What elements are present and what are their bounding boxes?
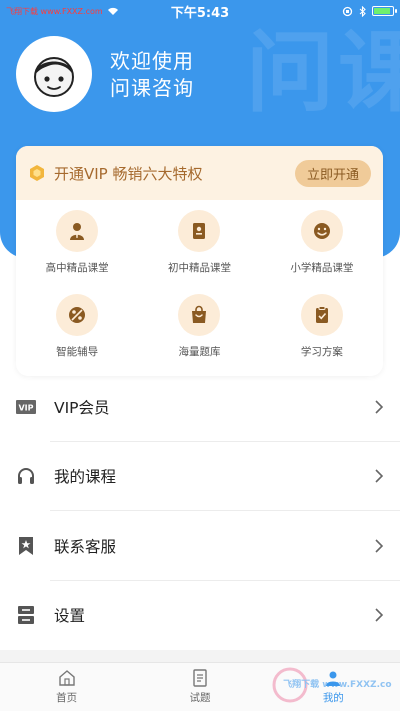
grid-label: 学习方案 [300, 346, 343, 358]
menu-label: VIP会员 [54, 398, 110, 417]
menu-label: 我的课程 [54, 468, 117, 487]
menu-item-settings[interactable]: 设置 [0, 581, 400, 651]
book-icon [178, 210, 221, 252]
grid-item-study-plan[interactable]: 学习方案 [261, 294, 383, 376]
tab-label: 我的 [322, 692, 344, 704]
features-card: 开通VIP 畅销六大特权 立即开通 高中精品课堂 初中精品课堂 小学精品课堂 智… [16, 146, 383, 376]
chevron-right-icon [375, 469, 384, 483]
bluetooth-icon [359, 5, 366, 17]
bookmark-star-icon [16, 536, 36, 556]
chevron-right-icon [375, 608, 384, 622]
menu-item-vip[interactable]: VIP VIP会员 [0, 372, 400, 442]
smile-icon [300, 210, 343, 252]
avatar[interactable] [16, 36, 92, 112]
menu-item-customer-service[interactable]: 联系客服 [0, 511, 400, 581]
chevron-right-icon [375, 400, 384, 414]
status-watermark-text: 飞翔下载 www.FXXZ.com [6, 6, 103, 16]
smart-tutor-icon [56, 294, 99, 336]
tab-profile[interactable]: 我的 [267, 663, 400, 711]
document-icon [193, 669, 207, 687]
welcome-text: 欢迎使用 问课咨询 [110, 48, 194, 102]
orientation-lock-icon [342, 6, 353, 16]
menu-label: 设置 [54, 607, 86, 626]
grid-label: 初中精品课堂 [167, 262, 231, 274]
teacher-icon [56, 210, 99, 252]
welcome-line-1: 欢迎使用 [110, 49, 194, 73]
bag-icon [178, 294, 221, 336]
welcome-line-2: 问课咨询 [110, 76, 194, 100]
status-time: 下午5:43 [170, 5, 230, 21]
svg-text:VIP: VIP [18, 403, 33, 412]
menu-item-courses[interactable]: 我的课程 [0, 442, 400, 512]
grid-label: 小学精品课堂 [290, 262, 354, 274]
wifi-icon [107, 7, 118, 15]
status-bar: 飞翔下载 www.FXXZ.com 下午5:43 [0, 0, 400, 22]
grid-item-primary-school[interactable]: 小学精品课堂 [261, 210, 383, 294]
grid-item-middle-school[interactable]: 初中精品课堂 [138, 210, 260, 294]
tab-label: 试题 [189, 692, 211, 704]
open-vip-button[interactable]: 立即开通 [295, 159, 371, 187]
cartoon-face-icon [34, 57, 74, 97]
vip-badge-icon [30, 165, 44, 181]
grid-label: 高中精品课堂 [45, 262, 109, 274]
chevron-right-icon [375, 539, 384, 553]
grid-item-question-bank[interactable]: 海量题库 [138, 294, 260, 376]
grid-item-smart-tutor[interactable]: 智能辅导 [16, 294, 138, 376]
headphones-icon [16, 466, 36, 486]
profile-icon [326, 671, 341, 686]
menu-label: 联系客服 [54, 537, 117, 556]
grid-item-high-school[interactable]: 高中精品课堂 [16, 210, 138, 294]
battery-icon [372, 6, 397, 16]
section-divider [0, 650, 400, 662]
vip-banner[interactable]: 开通VIP 畅销六大特权 立即开通 [16, 146, 383, 200]
grid-label: 智能辅导 [56, 346, 99, 358]
grid-label: 海量题库 [178, 346, 221, 358]
settings-menu: VIP VIP会员 我的课程 联系客服 设置 [0, 372, 400, 650]
tab-home[interactable]: 首页 [0, 663, 133, 711]
bottom-tab-bar: 首页 试题 我的 [0, 662, 400, 711]
settings-icon [16, 605, 36, 625]
vip-promo-text: 开通VIP 畅销六大特权 [54, 164, 203, 183]
tab-label: 首页 [56, 692, 78, 704]
tab-questions[interactable]: 试题 [133, 663, 266, 711]
feature-grid: 高中精品课堂 初中精品课堂 小学精品课堂 智能辅导 海量题库 学习方案 [16, 200, 383, 376]
vip-icon: VIP [16, 397, 36, 417]
clipboard-icon [300, 294, 343, 336]
home-icon [58, 670, 75, 686]
